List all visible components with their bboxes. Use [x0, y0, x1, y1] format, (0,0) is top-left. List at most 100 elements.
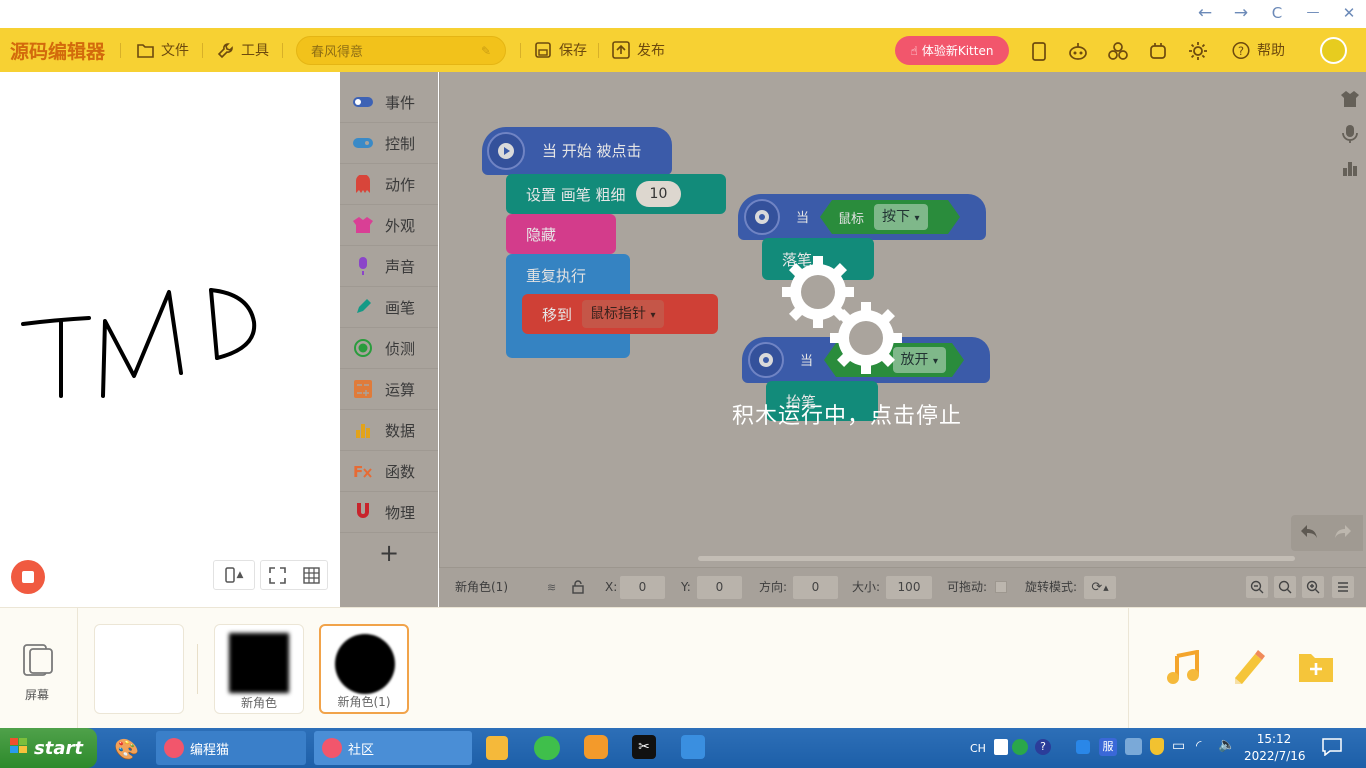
running-status-text[interactable]: 积木运行中，点击停止 — [732, 398, 962, 430]
zoom-reset-icon[interactable] — [1274, 576, 1296, 598]
menu-icon[interactable] — [1332, 576, 1354, 598]
draggable-checkbox[interactable] — [995, 581, 1007, 593]
eye-icon[interactable]: ≋ — [547, 581, 556, 594]
music-icon[interactable] — [1165, 649, 1201, 690]
background-card[interactable] — [94, 624, 184, 714]
category-motion[interactable]: 动作 — [340, 164, 438, 205]
category-operators[interactable]: 运算 — [340, 369, 438, 410]
sogou-icon[interactable] — [1012, 739, 1028, 755]
app-logo[interactable]: 源码编辑器 — [10, 37, 105, 64]
save-button[interactable]: 保存 — [534, 28, 587, 72]
sprite-name-label: 新角色(1) — [455, 580, 508, 594]
zoom-in-icon[interactable] — [1302, 576, 1324, 598]
set-pen-width-block[interactable]: 设置 画笔 粗细 10 — [506, 174, 726, 214]
bluetooth-icon[interactable] — [1076, 740, 1090, 754]
notification-icon[interactable] — [1322, 738, 1342, 760]
settings-gear-icon[interactable] — [1187, 40, 1209, 62]
clock[interactable]: 15:12 2022/7/16 — [1244, 731, 1306, 765]
minimize-button[interactable]: — — [1300, 2, 1326, 26]
move-to-block[interactable]: 移到 鼠标指针 ▾ — [522, 294, 718, 334]
tools-menu[interactable]: 工具 — [216, 28, 269, 72]
ime-indicator[interactable]: CH — [970, 728, 986, 768]
taskbar-app-codemao[interactable]: 编程猫 — [156, 731, 306, 765]
file-menu[interactable]: 文件 — [136, 28, 189, 72]
screen-tab[interactable]: 屏幕 — [0, 608, 78, 729]
stop-button[interactable] — [11, 560, 45, 594]
extensions-icon[interactable] — [1107, 40, 1129, 62]
category-sound[interactable]: 声音 — [340, 246, 438, 287]
add-category-button[interactable]: + — [340, 533, 438, 573]
photo-app-icon[interactable] — [681, 735, 705, 759]
phone-icon[interactable] — [1028, 40, 1050, 62]
user-avatar[interactable] — [1320, 37, 1347, 64]
category-functions[interactable]: F 函数 — [340, 451, 438, 492]
start-button[interactable]: start — [0, 728, 97, 768]
category-control[interactable]: 控制 — [340, 123, 438, 164]
redo-icon[interactable] — [1333, 523, 1353, 545]
divider — [282, 43, 283, 58]
paint-icon[interactable]: 🎨 — [114, 737, 139, 761]
move-to-target-dropdown[interactable]: 鼠标指针 ▾ — [582, 300, 664, 328]
fullscreen-icon[interactable] — [269, 567, 286, 588]
add-folder-icon[interactable] — [1297, 650, 1335, 688]
pencil-draw-icon[interactable] — [1229, 648, 1267, 690]
undo-icon[interactable] — [1299, 523, 1319, 545]
hide-block[interactable]: 隐藏 — [506, 214, 616, 254]
bar-chart-icon[interactable] — [1342, 160, 1358, 180]
capcut-icon[interactable]: ✂ — [632, 735, 656, 759]
caret-up-icon: ▲ — [236, 570, 244, 580]
sprite-card-selected[interactable]: 新角色(1) — [319, 624, 409, 714]
y-input[interactable]: 0 — [697, 576, 742, 599]
direction-input[interactable]: 0 — [793, 576, 838, 599]
nav-forward-button[interactable]: → — [1228, 2, 1254, 26]
project-title-input[interactable]: 春风得意 ✎ — [296, 36, 506, 65]
workspace-scrollbar[interactable] — [698, 556, 1295, 561]
stage-canvas[interactable] — [9, 76, 332, 544]
shield-icon[interactable] — [1150, 738, 1164, 755]
taskbar-app-community[interactable]: 社区 — [314, 731, 472, 765]
lock-icon[interactable] — [571, 580, 585, 597]
pen-width-input[interactable]: 10 — [635, 181, 682, 207]
help-button[interactable]: ? 帮助 — [1232, 28, 1285, 72]
clock-time: 15:12 — [1256, 732, 1292, 746]
wifi-icon[interactable]: ◜ — [1196, 738, 1201, 754]
category-label: 函数 — [385, 462, 416, 481]
zoom-out-icon[interactable] — [1246, 576, 1268, 598]
category-data[interactable]: 数据 — [340, 410, 438, 451]
help-tray-icon[interactable]: ? — [1035, 739, 1051, 755]
running-gears-icon[interactable] — [780, 254, 910, 384]
robot-icon[interactable] — [1067, 40, 1089, 62]
mouse-down-dropdown[interactable]: 按下 ▾ — [874, 204, 927, 230]
grid-icon[interactable] — [303, 567, 320, 588]
start-hat-block[interactable]: 当 开始 被点击 — [482, 127, 672, 175]
service-tray-icon[interactable]: 服 — [1099, 738, 1117, 756]
close-button[interactable]: ✕ — [1336, 2, 1362, 26]
mouse-down-hat-block[interactable]: 当 鼠标 按下 ▾ — [738, 194, 986, 240]
device-select[interactable]: ▲ — [213, 560, 255, 590]
microphone-icon[interactable] — [1342, 124, 1358, 148]
volume-icon[interactable]: 🔈 — [1218, 737, 1235, 753]
category-events[interactable]: 事件 — [340, 82, 438, 123]
nav-back-button[interactable]: ← — [1192, 2, 1218, 26]
ime-pad-icon[interactable] — [994, 739, 1008, 755]
try-kitten-button[interactable]: ☝ 体验新Kitten — [895, 36, 1009, 65]
size-input[interactable]: 100 — [886, 576, 932, 599]
publish-button[interactable]: 发布 — [612, 28, 665, 72]
sprite-card[interactable]: 新角色 — [214, 624, 304, 714]
category-physics[interactable]: 物理 — [340, 492, 438, 533]
app-tray-icon[interactable] — [1125, 738, 1142, 755]
calculator-icon — [353, 380, 373, 398]
code-workspace[interactable]: 当 开始 被点击 设置 画笔 粗细 10 隐藏 重复执行 移到 鼠标指针 ▾ 当… — [439, 72, 1366, 607]
refresh-button[interactable]: C — [1264, 2, 1290, 26]
wechat-icon[interactable] — [534, 736, 560, 760]
category-looks[interactable]: 外观 — [340, 205, 438, 246]
category-pen[interactable]: 画笔 — [340, 287, 438, 328]
x-input[interactable]: 0 — [620, 576, 665, 599]
battery-icon[interactable]: ▭ — [1172, 738, 1185, 754]
rotation-mode-select[interactable]: ⟳ ▲ — [1084, 576, 1116, 599]
notes-app-icon[interactable] — [486, 736, 508, 760]
browser-app-icon[interactable] — [584, 735, 608, 759]
bot-face-icon[interactable] — [1147, 40, 1169, 62]
category-sensing[interactable]: 侦测 — [340, 328, 438, 369]
costume-tab-icon[interactable] — [1340, 90, 1360, 112]
